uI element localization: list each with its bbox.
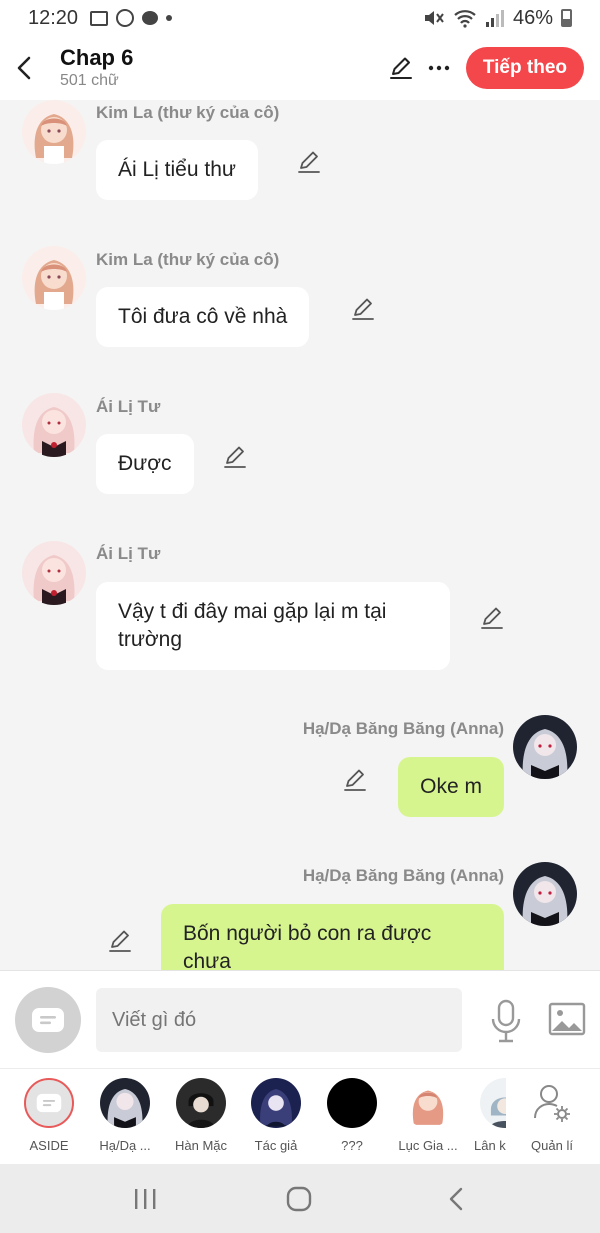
message-bubble[interactable]: Tôi đưa cô về nhà <box>96 287 310 347</box>
message-input[interactable] <box>96 988 462 1052</box>
sender-name: Ái Lị Tư <box>96 397 161 416</box>
aside-avatar <box>24 1078 74 1128</box>
user-settings-icon <box>534 1085 570 1122</box>
pencil-icon <box>389 57 412 79</box>
edit-message-pencil-icon[interactable] <box>107 928 133 954</box>
avatar <box>176 1078 226 1128</box>
system-nav-bar <box>0 1164 600 1233</box>
sender-name: Kim La (thư ký của cô) <box>96 250 280 269</box>
status-bar: 12:20 46% <box>0 0 600 36</box>
status-time: 12:20 <box>28 6 79 29</box>
chapter-title: Chap 6 <box>60 45 134 70</box>
avatar-ai-li-tu[interactable] <box>22 541 86 605</box>
edit-message-pencil-icon[interactable] <box>222 444 248 470</box>
sender-name: Hạ/Dạ Băng Băng (Anna) <box>302 719 504 738</box>
message-bubble[interactable]: Bốn người bỏ con ra được chưa <box>161 904 504 970</box>
character-label: Hạ/Dạ ... <box>99 1138 151 1153</box>
avatar <box>251 1078 301 1128</box>
aside-toggle-button[interactable] <box>15 987 81 1053</box>
sender-name: Ái Lị Tư <box>96 544 161 563</box>
chapter-header: Chap 6 501 chữ Tiếp theo <box>0 36 600 100</box>
avatar-ai-li-tu[interactable] <box>22 393 86 457</box>
character-lan[interactable]: Lân k <box>466 1078 506 1153</box>
message-notification-icon <box>142 11 159 25</box>
character-label: Tác giả <box>254 1138 298 1153</box>
gallery-notification-icon <box>90 10 109 26</box>
character-tac-gia[interactable]: Tác giả <box>238 1078 314 1153</box>
image-icon[interactable] <box>548 1001 586 1037</box>
character-manage[interactable]: Quản lí <box>514 1078 590 1153</box>
avatar-ha-da-bang-bang[interactable] <box>513 715 577 779</box>
next-chapter-button[interactable]: Tiếp theo <box>465 47 584 89</box>
wifi-icon <box>454 10 476 28</box>
composer-bar <box>0 970 600 1068</box>
character-label: Lân k <box>474 1138 506 1153</box>
avatar <box>327 1078 377 1128</box>
sender-name: Kim La (thư ký của cô) <box>96 103 280 122</box>
message-bubble[interactable]: Ái Lị tiểu thư <box>96 140 258 200</box>
manage-avatar <box>527 1078 577 1128</box>
recent-apps-icon[interactable] <box>130 1186 160 1212</box>
character-ha-da[interactable]: Hạ/Dạ ... <box>87 1078 163 1153</box>
avatar-ha-da-bang-bang[interactable] <box>513 862 577 926</box>
home-icon[interactable] <box>284 1186 314 1212</box>
avatar-kim-la[interactable] <box>22 246 86 310</box>
character-luc-gia[interactable]: Lục Gia ... <box>390 1078 466 1153</box>
character-han-mac[interactable]: Hàn Mặc <box>163 1078 239 1153</box>
signal-icon <box>485 10 504 27</box>
aside-message-icon <box>36 1093 62 1113</box>
more-dots-icon <box>428 65 450 71</box>
aside-message-icon <box>32 1008 64 1032</box>
sender-name: Hạ/Dạ Băng Băng (Anna) <box>302 866 504 885</box>
back-nav-icon[interactable] <box>442 1186 472 1212</box>
message-bubble[interactable]: Được <box>96 434 194 494</box>
character-label: Lục Gia ... <box>398 1138 458 1153</box>
back-arrow-icon <box>17 56 31 80</box>
edit-message-pencil-icon[interactable] <box>342 767 368 793</box>
avatar <box>100 1078 150 1128</box>
character-unknown[interactable]: ??? <box>314 1078 390 1153</box>
edit-message-pencil-icon[interactable] <box>296 149 322 175</box>
avatar <box>403 1078 453 1128</box>
chat-area[interactable]: Kim La (thư ký của cô) Ái Lị tiểu thư Ki… <box>0 100 600 970</box>
back-button[interactable] <box>2 46 46 90</box>
mute-icon <box>424 11 444 25</box>
more-notifications-dot-icon <box>166 15 173 21</box>
battery-percent: 46% <box>512 6 553 29</box>
word-count: 501 chữ <box>60 72 119 89</box>
edit-chapter-button[interactable] <box>382 49 420 87</box>
message-bubble[interactable]: Vậy t đi đây mai gặp lại m tại trường <box>96 582 450 670</box>
character-label: ??? <box>341 1138 363 1153</box>
character-aside[interactable]: ASIDE <box>11 1078 87 1153</box>
edit-message-pencil-icon[interactable] <box>479 605 505 631</box>
battery-icon <box>561 9 572 27</box>
avatar-kim-la[interactable] <box>22 100 86 164</box>
character-selector: ASIDE Hạ/Dạ ... Hàn Mặc Tác giả ??? Lục … <box>0 1068 600 1164</box>
character-label: Hàn Mặc <box>174 1138 228 1153</box>
edit-message-pencil-icon[interactable] <box>350 296 376 322</box>
microphone-icon[interactable] <box>486 999 526 1043</box>
avatar <box>480 1078 506 1128</box>
message-bubble[interactable]: Oke m <box>398 757 504 817</box>
character-label: ASIDE <box>29 1138 69 1153</box>
character-label: Quản lí <box>531 1138 573 1153</box>
more-options-button[interactable] <box>420 49 458 87</box>
browser-notification-icon <box>116 9 135 27</box>
